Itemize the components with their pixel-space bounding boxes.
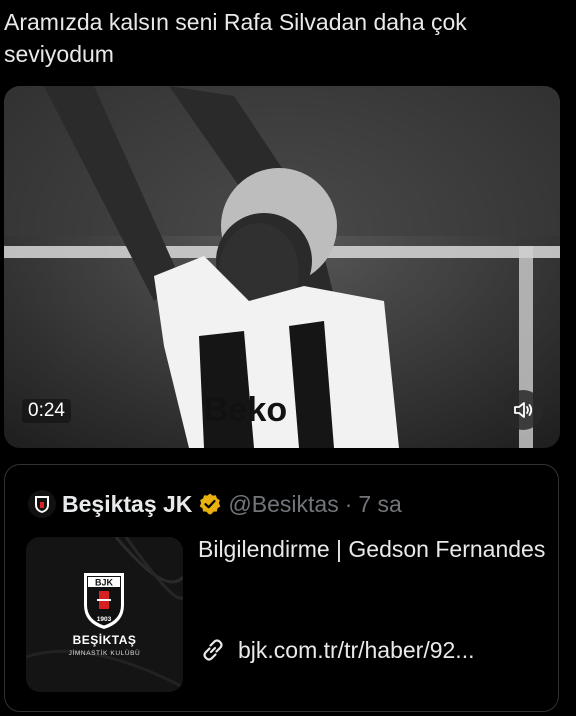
crest-year: 1903 [97, 616, 112, 623]
crest-letters: BJK [95, 578, 114, 588]
tweet-text: Aramızda kalsın seni Rafa Silvadan daha … [4, 9, 474, 67]
quoted-author-handle[interactable]: @Besiktas [228, 491, 338, 518]
jersey-sponsor: Beko [204, 391, 287, 429]
besiktas-crest-icon: BJK 1903 [84, 573, 124, 629]
link-card-url[interactable]: bjk.com.tr/tr/haber/92... [198, 633, 474, 667]
video-player[interactable]: Beko [4, 86, 560, 448]
video-duration: 0:24 [22, 399, 71, 423]
thumbnail-club-name: BEŞİKTAŞ [72, 633, 137, 647]
besiktas-crest-icon [35, 496, 49, 513]
mute-button[interactable] [503, 390, 543, 430]
quoted-tweet-text: Bilgilendirme | Gedson Fernandes [198, 536, 546, 562]
avatar[interactable] [28, 490, 56, 518]
link-icon [203, 639, 223, 661]
quoted-tweet-header: Beşiktaş JK @Besiktas · 7 sa [28, 489, 402, 519]
quoted-timestamp[interactable]: 7 sa [358, 491, 401, 518]
verified-badge-icon [200, 493, 221, 515]
separator-dot: · [344, 490, 353, 517]
link-url-text[interactable]: bjk.com.tr/tr/haber/92... [238, 637, 474, 664]
thumbnail-club-subtitle: JİMNASTİK KULÜBÜ [68, 650, 141, 657]
thumbnail-background: BJK 1903 [26, 537, 183, 692]
video-frame: Beko [4, 86, 560, 448]
link-card-thumbnail[interactable]: BJK 1903 BEŞİKTAŞ JİMNASTİK KULÜBÜ [26, 537, 183, 692]
speaker-icon [514, 402, 533, 418]
quoted-author-name[interactable]: Beşiktaş JK [62, 491, 192, 518]
